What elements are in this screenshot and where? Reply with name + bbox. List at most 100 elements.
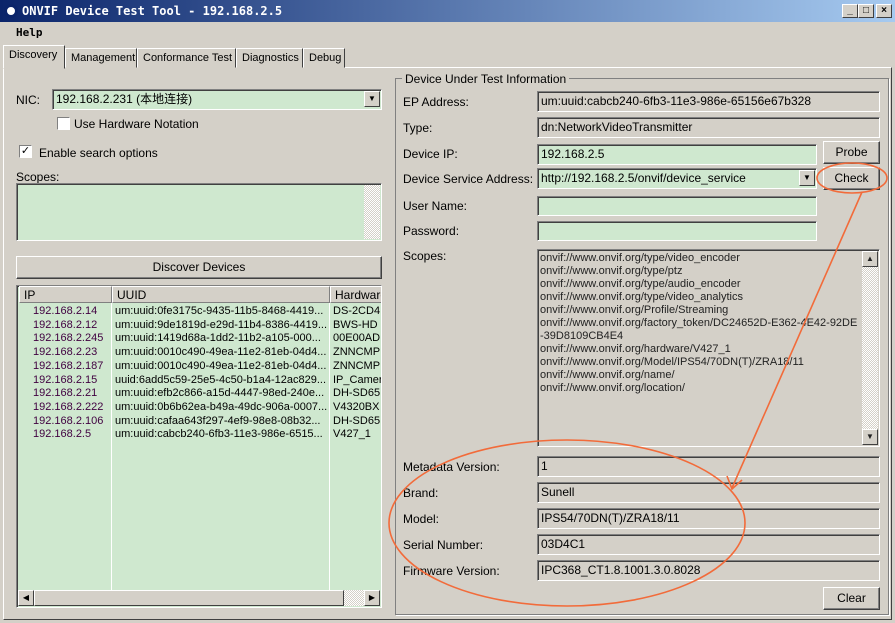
cell-hardware: DS-2CD4: [333, 305, 381, 317]
scope-item: onvif://www.onvif.org/type/video_analyti…: [540, 291, 743, 303]
device-ip-input[interactable]: 192.168.2.5: [537, 144, 817, 165]
table-row[interactable]: 192.168.2.245 um:uuid:1419d68a-1dd2-11b2-…: [17, 331, 381, 345]
enable-search-checkbox[interactable]: ✓: [19, 145, 32, 158]
model-label: Model:: [403, 512, 440, 526]
device-service-address-select[interactable]: http://192.168.2.5/onvif/device_service …: [537, 168, 817, 189]
table-row[interactable]: 192.168.2.5 um:uuid:cabcb240-6fb3-11e3-98…: [17, 427, 381, 441]
vertical-scrollbar[interactable]: ▲ ▼: [862, 251, 878, 445]
scopes-label: Scopes:: [16, 170, 60, 184]
cell-hardware: BWS-HD: [333, 318, 378, 331]
scope-item: onvif://www.onvif.org/Model/IPS54/70DN(T…: [540, 356, 804, 368]
firmware-version-field[interactable]: IPC368_CT1.8.1001.3.0.8028: [537, 560, 880, 581]
cell-uuid: um:uuid:1419d68a-1dd2-11b2-a105-000...: [115, 332, 321, 345]
tab-management[interactable]: Management: [65, 48, 137, 68]
devices-list[interactable]: IP UUID Hardware 192.168.2.14 um:uuid:0fe…: [16, 285, 382, 608]
cell-hardware: 00E00AD: [333, 332, 381, 345]
brand-field[interactable]: Sunell: [537, 482, 880, 503]
cell-hardware: DH-SD65: [333, 387, 381, 400]
cell-uuid: um:uuid:0b6b62ea-b49a-49dc-906a-0007...: [115, 400, 327, 413]
tab-diagnostics[interactable]: Diagnostics: [236, 48, 303, 68]
ep-address-field[interactable]: um:uuid:cabcb240-6fb3-11e3-986e-65156e67…: [537, 91, 880, 112]
tab-debug[interactable]: Debug: [303, 48, 345, 68]
group-title: Device Under Test Information: [402, 72, 570, 86]
table-row[interactable]: 192.168.2.14 um:uuid:0fe3175c-9435-11b5-8…: [17, 304, 381, 318]
discover-devices-button[interactable]: Discover Devices: [16, 256, 382, 279]
cell-uuid: um:uuid:0010c490-49ea-11e2-81eb-04d4...: [115, 359, 327, 372]
table-row[interactable]: 192.168.2.187 um:uuid:0010c490-49ea-11e2-…: [17, 359, 381, 373]
arrow-left-icon[interactable]: ◀: [18, 590, 34, 606]
cell-ip: 192.168.2.21: [33, 387, 98, 400]
cell-ip: 192.168.2.222: [33, 400, 104, 413]
cell-uuid: um:uuid:0fe3175c-9435-11b5-8468-4419...: [115, 305, 324, 317]
user-name-input[interactable]: [537, 196, 817, 216]
cell-hardware: IP_Camer: [333, 373, 382, 386]
serial-number-label: Serial Number:: [403, 538, 484, 552]
scope-item: onvif://www.onvif.org/Profile/Streaming: [540, 304, 729, 316]
scope-item: onvif://www.onvif.org/factory_token/DC24…: [540, 317, 858, 329]
probe-button[interactable]: Probe: [823, 141, 880, 164]
tab-discovery[interactable]: Discovery: [3, 45, 65, 69]
cell-ip: 192.168.2.187: [33, 359, 104, 372]
scopes-list[interactable]: onvif://www.onvif.org/type/video_encoder…: [537, 249, 880, 447]
firmware-version-label: Firmware Version:: [403, 564, 500, 578]
title-bar: ONVIF Device Test Tool - 192.168.2.5: [0, 0, 895, 22]
table-row[interactable]: 192.168.2.23 um:uuid:0010c490-49ea-11e2-8…: [17, 345, 381, 359]
maximize-button[interactable]: □: [858, 4, 874, 18]
cell-hardware: ZNNCMP: [333, 359, 381, 372]
table-row[interactable]: 192.168.2.106 um:uuid:cafaa643f297-4ef9-9…: [17, 414, 381, 428]
cell-hardware: DH-SD65: [333, 414, 381, 427]
chevron-down-icon[interactable]: ▼: [799, 170, 815, 186]
tab-conformance-test[interactable]: Conformance Test: [137, 48, 236, 68]
cell-ip: 192.168.2.15: [33, 373, 98, 386]
cell-ip: 192.168.2.106: [33, 414, 104, 427]
cell-ip: 192.168.2.23: [33, 346, 98, 359]
horizontal-scrollbar[interactable]: ◀ ▶: [18, 590, 380, 606]
cell-uuid: um:uuid:0010c490-49ea-11e2-81eb-04d4...: [115, 346, 327, 359]
table-row[interactable]: 192.168.2.222 um:uuid:0b6b62ea-b49a-49dc-…: [17, 400, 381, 414]
model-field[interactable]: IPS54/70DN(T)/ZRA18/11: [537, 508, 880, 529]
cell-ip: 192.168.2.245: [33, 332, 104, 345]
scope-item: onvif://www.onvif.org/type/audio_encoder: [540, 278, 741, 290]
device-ip-label: Device IP:: [403, 147, 458, 161]
arrow-right-icon[interactable]: ▶: [364, 590, 380, 606]
use-hardware-notation-label: Use Hardware Notation: [74, 117, 199, 131]
column-header-ip[interactable]: IP: [19, 286, 112, 303]
cell-ip: 192.168.2.5: [33, 428, 92, 441]
minimize-button[interactable]: _: [842, 4, 858, 18]
close-button[interactable]: ×: [876, 4, 892, 18]
table-row[interactable]: 192.168.2.21 um:uuid:efb2c866-a15d-4447-9…: [17, 386, 381, 400]
window-title: ONVIF Device Test Tool - 192.168.2.5: [22, 4, 283, 18]
ep-address-label: EP Address:: [403, 95, 469, 109]
scopes-textarea[interactable]: [16, 183, 382, 241]
scope-item: -39D8109CB4E4: [540, 330, 624, 342]
cell-hardware: V427_1: [333, 428, 371, 441]
menu-help[interactable]: Help: [10, 24, 49, 41]
device-service-address-value: http://192.168.2.5/onvif/device_service: [541, 171, 746, 185]
cell-hardware: ZNNCMP: [333, 346, 381, 359]
arrow-down-icon[interactable]: ▼: [862, 429, 878, 445]
column-header-hardware[interactable]: Hardware: [330, 286, 381, 303]
brand-label: Brand:: [403, 486, 439, 500]
metadata-version-label: Metadata Version:: [403, 460, 500, 474]
type-field[interactable]: dn:NetworkVideoTransmitter: [537, 117, 880, 138]
password-label: Password:: [403, 224, 460, 238]
chevron-down-icon[interactable]: ▼: [364, 91, 380, 107]
scrollbar-thumb[interactable]: [34, 590, 344, 606]
cell-ip: 192.168.2.12: [33, 318, 98, 331]
table-row[interactable]: 192.168.2.12 um:uuid:9de1819d-e29d-11b4-8…: [17, 318, 381, 332]
use-hardware-notation-checkbox[interactable]: [57, 117, 70, 130]
table-row[interactable]: 192.168.2.15 uuid:6add5c59-25e5-4c50-b1a4…: [17, 373, 382, 387]
password-input[interactable]: [537, 221, 817, 241]
nic-label: NIC:: [16, 93, 40, 107]
clear-button[interactable]: Clear: [823, 587, 880, 610]
serial-number-field[interactable]: 03D4C1: [537, 534, 880, 555]
scrollbar[interactable]: [364, 185, 380, 239]
metadata-version-field[interactable]: 1: [537, 456, 880, 477]
check-button[interactable]: Check: [823, 167, 880, 190]
nic-select[interactable]: 192.168.2.231 (本地连接) ▼: [52, 89, 382, 110]
scope-item: onvif://www.onvif.org/hardware/V427_1: [540, 343, 731, 355]
arrow-up-icon[interactable]: ▲: [862, 251, 878, 267]
column-header-uuid[interactable]: UUID: [112, 286, 330, 303]
nic-value: 192.168.2.231 (本地连接): [56, 92, 193, 106]
cell-uuid: um:uuid:efb2c866-a15d-4447-98ed-240e...: [115, 387, 325, 400]
